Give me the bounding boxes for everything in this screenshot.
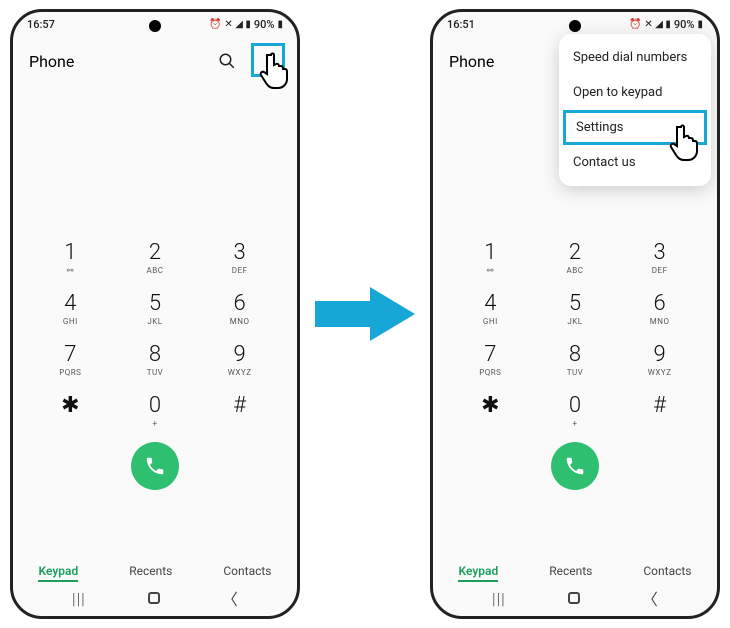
key-hash[interactable]: # (202, 395, 277, 428)
status-time: 16:51 (447, 18, 475, 31)
key-9[interactable]: 9WXYZ (622, 344, 697, 377)
search-icon[interactable] (213, 47, 241, 75)
key-0[interactable]: 0+ (118, 395, 193, 428)
nav-home-icon[interactable] (568, 592, 580, 604)
page-title: Phone (29, 52, 74, 71)
key-1[interactable]: 1⚯ (33, 242, 108, 275)
volume-button (719, 142, 720, 202)
key-1[interactable]: 1⚯ (453, 242, 528, 275)
key-8[interactable]: 8TUV (118, 344, 193, 377)
key-5[interactable]: 5JKL (118, 293, 193, 326)
menu-contact-us[interactable]: Contact us (559, 145, 711, 180)
overflow-menu: Speed dial numbers Open to keypad Settin… (559, 34, 711, 186)
tab-contacts[interactable]: Contacts (223, 564, 271, 582)
key-star[interactable]: ✱ (33, 395, 108, 428)
nav-recent-icon[interactable]: ||| (72, 589, 86, 608)
key-4[interactable]: 4GHI (33, 293, 108, 326)
page-title: Phone (449, 52, 494, 71)
app-header: Phone (13, 31, 297, 83)
key-star[interactable]: ✱ (453, 395, 528, 428)
tab-keypad[interactable]: Keypad (458, 564, 498, 582)
nav-back-icon[interactable]: 〈 (222, 586, 238, 610)
key-7[interactable]: 7PQRS (33, 344, 108, 377)
battery-icon: ▮ (277, 20, 283, 30)
camera-hole (149, 20, 161, 32)
more-options-icon[interactable] (253, 47, 281, 75)
menu-speed-dial[interactable]: Speed dial numbers (559, 40, 711, 75)
power-button (299, 212, 300, 248)
nav-bar: ||| 〈 (13, 586, 297, 610)
key-6[interactable]: 6MNO (202, 293, 277, 326)
key-2[interactable]: 2ABC (538, 242, 613, 275)
dialer-keypad: 1⚯ 2ABC 3DEF 4GHI 5JKL 6MNO 7PQRS 8TUV 9WXYZ ✱ 0+ # (453, 242, 697, 428)
volume-button (299, 142, 300, 202)
tab-keypad[interactable]: Keypad (38, 564, 78, 582)
tab-recents[interactable]: Recents (129, 564, 172, 582)
key-7[interactable]: 7PQRS (453, 344, 528, 377)
phone-frame-step1: 16:57 ⏰ ✕ ◢ ▮ 90% ▮ Phone 1⚯ 2ABC 3DEF 4GHI… (10, 9, 300, 619)
nav-home-icon[interactable] (148, 592, 160, 604)
key-hash[interactable]: # (622, 395, 697, 428)
status-battery: 90% (674, 18, 695, 31)
key-3[interactable]: 3DEF (622, 242, 697, 275)
call-button[interactable] (131, 442, 179, 490)
key-2[interactable]: 2ABC (118, 242, 193, 275)
call-button[interactable] (551, 442, 599, 490)
status-battery: 90% (254, 18, 275, 31)
phone-frame-step2: 16:51 ⏰ ✕ ◢ ▮ 90% ▮ Phone Speed dial num… (430, 9, 720, 619)
bottom-tabs: Keypad Recents Contacts (433, 564, 717, 582)
status-icons: ⏰ ✕ ◢ ▮ (629, 20, 670, 30)
tab-contacts[interactable]: Contacts (643, 564, 691, 582)
step-arrow-icon (310, 279, 420, 349)
nav-back-icon[interactable]: 〈 (642, 586, 658, 610)
nav-recent-icon[interactable]: ||| (492, 589, 506, 608)
battery-icon: ▮ (697, 20, 703, 30)
status-time: 16:57 (27, 18, 55, 31)
key-6[interactable]: 6MNO (622, 293, 697, 326)
key-8[interactable]: 8TUV (538, 344, 613, 377)
menu-open-keypad[interactable]: Open to keypad (559, 75, 711, 110)
dialer-keypad: 1⚯ 2ABC 3DEF 4GHI 5JKL 6MNO 7PQRS 8TUV 9WXYZ ✱ 0+ # (33, 242, 277, 428)
menu-settings[interactable]: Settings (563, 110, 707, 145)
camera-hole (569, 20, 581, 32)
nav-bar: ||| 〈 (433, 586, 717, 610)
tab-recents[interactable]: Recents (549, 564, 592, 582)
status-icons: ⏰ ✕ ◢ ▮ (209, 20, 250, 30)
key-9[interactable]: 9WXYZ (202, 344, 277, 377)
key-0[interactable]: 0+ (538, 395, 613, 428)
key-3[interactable]: 3DEF (202, 242, 277, 275)
key-5[interactable]: 5JKL (538, 293, 613, 326)
key-4[interactable]: 4GHI (453, 293, 528, 326)
power-button (719, 212, 720, 248)
bottom-tabs: Keypad Recents Contacts (13, 564, 297, 582)
